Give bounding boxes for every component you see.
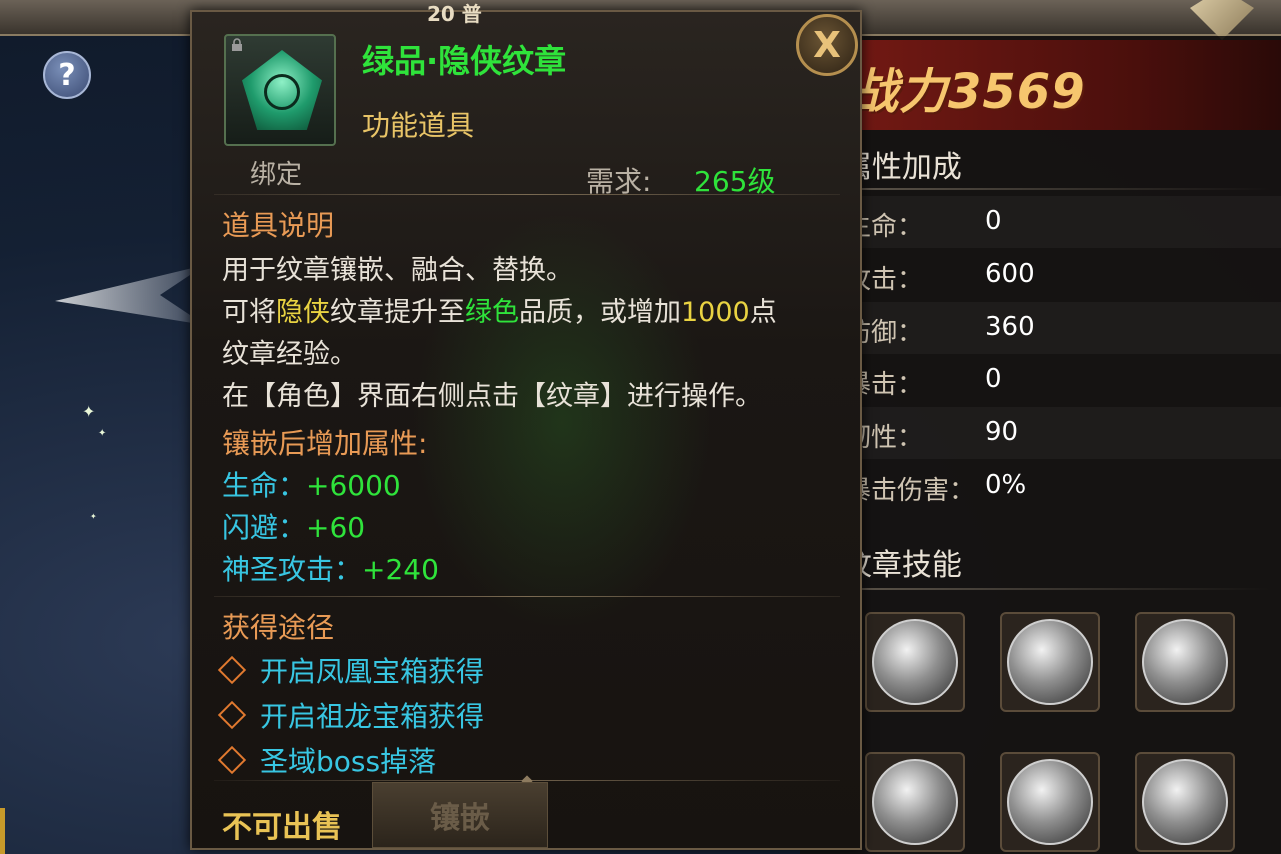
skill-icon [1007,759,1093,845]
stat-row: 暴击伤害： 0% [805,460,1281,512]
skill-icon [872,619,958,705]
description-line: 在【角色】界面右侧点击【纹章】进行操作。 [222,381,762,412]
source-item[interactable]: 开启祖龙宝箱获得 [217,695,484,735]
lock-icon [232,38,242,51]
sparkle-icon: ✦ [82,402,96,421]
skill-icon [1007,619,1093,705]
stat-row: 生命： 0 [805,196,1281,248]
sparkle-icon: ✦ [90,512,97,521]
stat-row: 暴击： 0 [805,354,1281,406]
skill-slot[interactable] [1135,752,1235,852]
description-title: 道具说明 [222,209,335,242]
skill-slot[interactable] [865,752,965,852]
inlay-attribute: 闪避：+60 [222,511,366,544]
sources-title: 获得途径 [222,611,335,644]
stat-value: 90 [985,417,1019,447]
source-item[interactable]: 圣域boss掉落 [217,740,436,780]
skills-heading: ◆纹章技能 [820,540,1280,584]
diamond-bullet-icon [217,700,247,730]
sale-status: 不可出售 [222,810,342,845]
tooltip-top-tag: 20 普 [427,2,482,26]
divider [214,194,840,195]
stat-label: 暴击伤害： [845,476,976,506]
item-icon-frame [224,34,336,146]
inlay-attributes-title: 镶嵌后增加属性: [222,427,428,460]
inlay-attribute: 生命：+6000 [222,469,401,502]
bound-status: 绑定 [250,160,303,190]
diamond-bullet-icon [217,745,247,775]
description-line: 纹章经验。 [222,339,357,370]
skill-icon [872,759,958,845]
close-button[interactable]: X [796,14,858,76]
stat-row: 韧性： 90 [805,407,1281,459]
inlay-button[interactable]: 镶嵌 [372,782,548,848]
stat-value: 0 [985,364,1002,394]
stat-value: 0 [985,206,1002,236]
skill-slot[interactable] [1135,612,1235,712]
section-divider [830,588,1270,590]
stat-value: 360 [985,312,1035,342]
stat-value: 0% [985,470,1027,500]
rune-mark [264,74,300,110]
stat-row: 防御： 360 [805,302,1281,354]
skill-slot[interactable] [1000,612,1100,712]
item-type: 功能道具 [362,109,475,142]
skill-icon [1142,619,1228,705]
attributes-heading: ◆属性加成 [820,142,1280,186]
inlay-attribute: 神圣攻击：+240 [222,553,439,586]
sparkle-icon: ✦ [98,428,107,439]
diamond-bullet-icon [217,655,247,685]
help-button[interactable]: ? [43,51,91,99]
divider [214,596,840,597]
description-line: 可将隐侠纹章提升至绿色品质，或增加1000点 [222,297,777,328]
stat-row: 攻击： 600 [805,249,1281,301]
section-divider [830,188,1270,190]
close-icon: X [813,24,841,66]
source-item[interactable]: 开启凤凰宝箱获得 [217,650,484,690]
skill-slot[interactable] [1000,752,1100,852]
item-tooltip: 20 普 绑定 绿品·隐侠纹章 功能道具 需求: 265级 X 道具说明 用于纹… [190,2,862,850]
edge-marker [0,808,5,854]
description-line: 用于纹章镶嵌、融合、替换。 [222,255,573,286]
description-text: 用于纹章镶嵌、融合、替换。 可将隐侠纹章提升至绿色品质，或增加1000点 纹章经… [222,250,842,418]
skill-slot[interactable] [865,612,965,712]
item-name: 绿品·隐侠纹章 [362,42,567,80]
skill-icon [1142,759,1228,845]
stat-value: 600 [985,259,1035,289]
combat-power: 战力3569 [850,64,1086,120]
